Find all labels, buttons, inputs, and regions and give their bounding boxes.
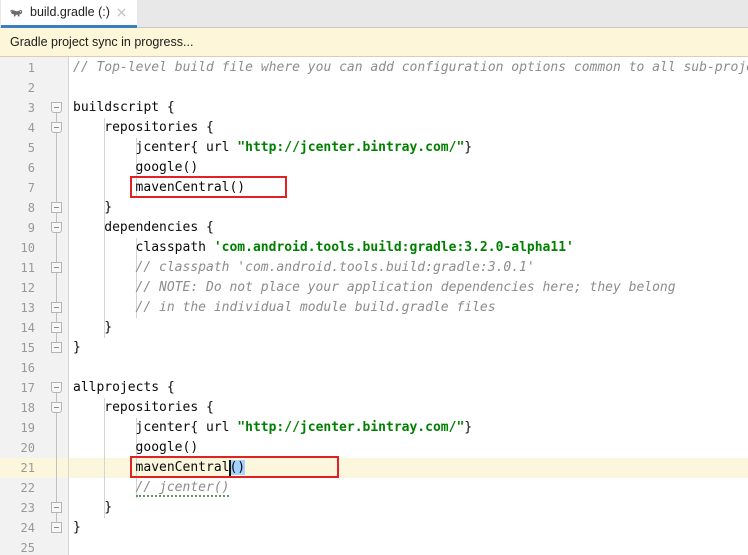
code-folding-strip[interactable] <box>44 57 69 555</box>
line-number: 15 <box>20 341 35 355</box>
token-plain: repositories { <box>104 400 214 415</box>
code-line-12[interactable]: // NOTE: Do not place your application d… <box>136 278 676 298</box>
line-number: 8 <box>27 201 35 215</box>
code-line-15[interactable]: } <box>73 338 81 358</box>
code-line-23[interactable]: } <box>104 498 112 518</box>
gradle-elephant-icon <box>10 9 23 16</box>
line-number: 23 <box>20 501 35 515</box>
text-caret <box>229 460 232 476</box>
token-comment: // in the individual module build.gradle… <box>135 300 496 315</box>
line-number: 12 <box>20 281 35 295</box>
code-line-11[interactable]: // classpath 'com.android.tools.build:gr… <box>136 258 535 278</box>
code-editor[interactable]: 1 2 3 4 5 6 7 8 9 10 11 12 13 14 15 16 17 18 19 20 21 22 23 24 2… <box>0 57 748 555</box>
code-line-24[interactable]: } <box>73 518 81 538</box>
token-plain: mavenCentral() <box>135 180 246 195</box>
line-number: 24 <box>20 521 35 535</box>
token-plain: } <box>73 340 81 355</box>
token-comment: // Top-level build file where you can ad… <box>73 60 748 75</box>
token-plain: google() <box>135 160 199 175</box>
code-line-1[interactable]: // Top-level build file where you can ad… <box>73 58 748 78</box>
code-line-9[interactable]: dependencies { <box>104 218 214 238</box>
code-line-6[interactable]: google() <box>136 158 199 178</box>
fold-marker-line-17[interactable] <box>51 382 62 393</box>
line-number: 3 <box>27 101 35 115</box>
code-line-19[interactable]: jcenter{ url "http://jcenter.bintray.com… <box>136 418 473 438</box>
code-line-3[interactable]: buildscript { <box>73 98 175 118</box>
token-plain: jcenter{ url <box>135 420 238 435</box>
tab-label: build.gradle (:) <box>30 5 110 20</box>
fold-marker-line-14[interactable] <box>51 322 62 333</box>
fold-marker-line-11[interactable] <box>51 262 62 273</box>
line-number: 4 <box>27 121 35 135</box>
token-plain: buildscript { <box>73 100 175 115</box>
line-number: 10 <box>20 241 35 255</box>
code-line-4[interactable]: repositories { <box>104 118 214 138</box>
editor-tab-bar: build.gradle (:) <box>0 0 748 28</box>
token-comment-squiggle: // jcenter() <box>135 480 230 497</box>
code-line-13[interactable]: // in the individual module build.gradle… <box>136 298 496 318</box>
code-line-10[interactable]: classpath 'com.android.tools.build:gradl… <box>136 238 574 258</box>
token-plain: classpath <box>135 240 214 255</box>
token-plain: } <box>464 140 473 155</box>
fold-marker-line-13[interactable] <box>51 302 62 313</box>
gradle-sync-message: Gradle project sync in progress... <box>10 35 194 49</box>
line-number: 9 <box>27 221 35 235</box>
token-plain: google() <box>135 440 199 455</box>
fold-marker-line-8[interactable] <box>51 202 62 213</box>
line-number: 13 <box>20 301 35 315</box>
code-content-area[interactable]: // Top-level build file where you can ad… <box>69 57 748 555</box>
line-number: 19 <box>20 421 35 435</box>
line-number: 17 <box>20 381 35 395</box>
token-string: "http://jcenter.bintray.com/" <box>237 140 465 155</box>
token-plain: } <box>73 520 81 535</box>
fold-marker-line-15[interactable] <box>51 342 62 353</box>
fold-marker-line-24[interactable] <box>51 522 62 533</box>
line-number: 22 <box>20 481 35 495</box>
fold-marker-line-4[interactable] <box>51 122 62 133</box>
fold-marker-line-9[interactable] <box>51 222 62 233</box>
tab-build-gradle[interactable]: build.gradle (:) <box>1 0 137 28</box>
token-plain: dependencies { <box>104 220 214 235</box>
token-selection: () <box>229 460 246 475</box>
token-string: 'com.android.tools.build:gradle:3.2.0-al… <box>213 240 574 255</box>
token-plain: } <box>104 500 113 515</box>
fold-marker-line-18[interactable] <box>51 402 62 413</box>
token-plain: } <box>104 320 113 335</box>
token-comment: // NOTE: Do not place your application d… <box>135 280 676 295</box>
token-plain: repositories { <box>104 120 214 135</box>
code-line-18[interactable]: repositories { <box>104 398 214 418</box>
code-line-20[interactable]: google() <box>136 438 199 458</box>
token-plain: } <box>104 200 113 215</box>
fold-marker-line-23[interactable] <box>51 502 62 513</box>
token-plain: jcenter{ url <box>135 140 238 155</box>
line-number: 2 <box>27 81 35 95</box>
fold-marker-line-3[interactable] <box>51 102 62 113</box>
line-number: 14 <box>20 321 35 335</box>
line-number-gutter: 1 2 3 4 5 6 7 8 9 10 11 12 13 14 15 16 17 18 19 20 21 22 23 24 2… <box>0 57 44 555</box>
line-number: 6 <box>27 161 35 175</box>
token-comment: // classpath 'com.android.tools.build:gr… <box>135 260 535 275</box>
line-number: 20 <box>20 441 35 455</box>
line-number: 5 <box>27 141 35 155</box>
line-number: 21 <box>20 461 35 475</box>
close-icon[interactable] <box>116 7 127 18</box>
code-line-14[interactable]: } <box>104 318 112 338</box>
token-plain: allprojects { <box>73 380 175 395</box>
token-plain: } <box>464 420 473 435</box>
code-line-8[interactable]: } <box>104 198 112 218</box>
token-string: "http://jcenter.bintray.com/" <box>237 420 465 435</box>
code-line-5[interactable]: jcenter{ url "http://jcenter.bintray.com… <box>136 138 473 158</box>
line-number: 25 <box>20 541 35 555</box>
line-number: 7 <box>27 181 35 195</box>
token-plain: mavenCentral <box>135 460 230 475</box>
code-line-17[interactable]: allprojects { <box>73 378 175 398</box>
line-number: 1 <box>27 61 35 75</box>
gradle-sync-notification-bar: Gradle project sync in progress... <box>0 28 748 57</box>
line-number: 16 <box>20 361 35 375</box>
line-number: 18 <box>20 401 35 415</box>
code-line-7[interactable]: mavenCentral() <box>136 178 246 198</box>
line-number: 11 <box>20 261 35 275</box>
code-line-22[interactable]: // jcenter() <box>135 478 230 498</box>
